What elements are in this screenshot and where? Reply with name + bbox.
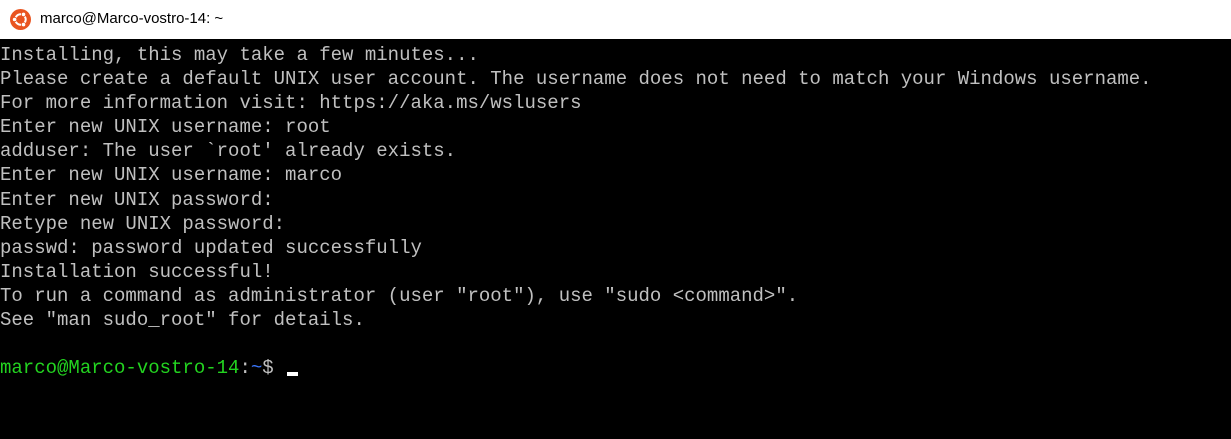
prompt-symbol: $: [262, 357, 286, 380]
terminal-window: marco@Marco-vostro-14: ~ Installing, thi…: [0, 0, 1231, 439]
terminal-line: adduser: The user `root' already exists.: [0, 140, 457, 163]
terminal-line: Retype new UNIX password:: [0, 212, 286, 235]
terminal-line: To run a command as administrator (user …: [0, 284, 799, 307]
terminal-line: Enter new UNIX password:: [0, 188, 274, 211]
prompt-user-host: marco@Marco-vostro-14: [0, 357, 240, 380]
terminal-line: Enter new UNIX username: marco: [0, 164, 343, 187]
title-bar[interactable]: marco@Marco-vostro-14: ~: [0, 0, 1231, 39]
text-cursor: [287, 372, 299, 377]
ubuntu-icon: [10, 9, 31, 30]
terminal-line: Installation successful!: [0, 260, 274, 283]
prompt-path: ~: [250, 357, 263, 380]
terminal-line: Enter new UNIX username: root: [0, 116, 331, 139]
prompt-separator: :: [239, 357, 251, 380]
window-title: marco@Marco-vostro-14: ~: [40, 10, 224, 27]
terminal-line: passwd: password updated successfully: [0, 236, 422, 259]
shell-prompt-line[interactable]: marco@Marco-vostro-14:~$: [0, 356, 1231, 380]
terminal-line: Please create a default UNIX user accoun…: [0, 68, 1152, 91]
terminal-line: See "man sudo_root" for details.: [0, 309, 365, 332]
terminal-line: For more information visit: https://aka.…: [0, 92, 582, 115]
terminal-line: Installing, this may take a few minutes.…: [0, 44, 479, 66]
terminal-output[interactable]: Installing, this may take a few minutes.…: [0, 43, 1231, 439]
